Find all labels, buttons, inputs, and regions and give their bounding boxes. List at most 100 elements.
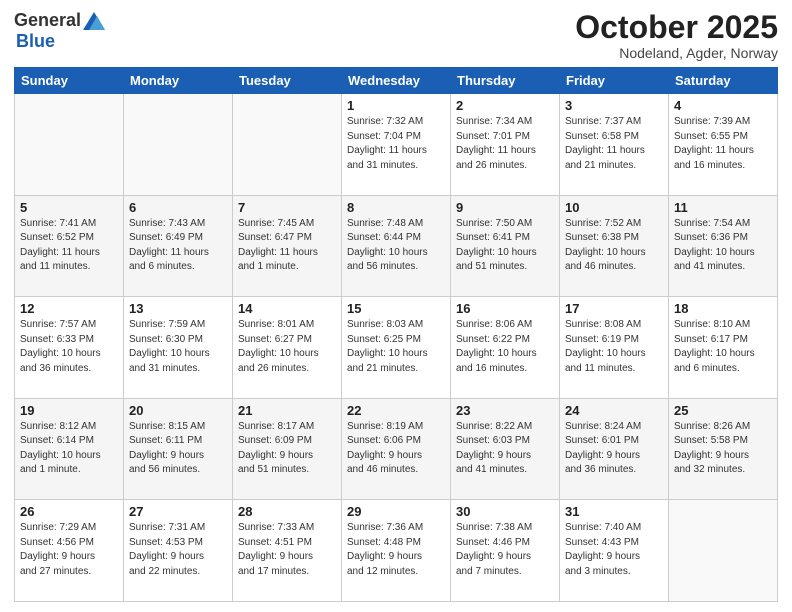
day-info: Sunrise: 7:43 AM Sunset: 6:49 PM Dayligh…: [129, 217, 227, 275]
calendar-week-row: 12 Sunrise: 7:57 AM Sunset: 6:33 PM Dayli…: [15, 297, 778, 399]
calendar-week-row: 1Sunrise: 7:32 AM Sunset: 7:04 PM Daylig…: [15, 94, 778, 196]
day-info: Sunrise: 8:22 AM Sunset: 6:03 PM Dayligh…: [456, 420, 554, 478]
header: General Blue October 2025 Nodeland, Agde…: [14, 10, 778, 61]
day-info: Sunrise: 7:37 AM Sunset: 6:58 PM Dayligh…: [565, 115, 663, 173]
calendar-cell: 26Sunrise: 7:29 AM Sunset: 4:56 PM Dayli…: [15, 500, 124, 602]
calendar-cell: 22 Sunrise: 8:19 AM Sunset: 6:06 PM Dayli…: [342, 398, 451, 500]
calendar-cell: 10 Sunrise: 7:52 AM Sunset: 6:38 PM Dayli…: [560, 195, 669, 297]
logo-icon: [83, 12, 105, 30]
day-info: Sunrise: 8:06 AM Sunset: 6:22 PM Dayligh…: [456, 318, 554, 376]
day-number: 20: [129, 403, 227, 418]
day-info: Sunrise: 7:33 AM Sunset: 4:51 PM Dayligh…: [238, 521, 336, 579]
day-number: 5: [20, 200, 118, 215]
calendar-cell: 30 Sunrise: 7:38 AM Sunset: 4:46 PM Dayli…: [451, 500, 560, 602]
calendar-cell: 3Sunrise: 7:37 AM Sunset: 6:58 PM Daylig…: [560, 94, 669, 196]
calendar-cell: 20 Sunrise: 8:15 AM Sunset: 6:11 PM Dayli…: [124, 398, 233, 500]
logo: General Blue: [14, 10, 107, 52]
day-number: 23: [456, 403, 554, 418]
day-number: 9: [456, 200, 554, 215]
day-info: Sunrise: 8:01 AM Sunset: 6:27 PM Dayligh…: [238, 318, 336, 376]
calendar-week-row: 26Sunrise: 7:29 AM Sunset: 4:56 PM Dayli…: [15, 500, 778, 602]
day-number: 18: [674, 301, 772, 316]
day-number: 7: [238, 200, 336, 215]
calendar-cell: 23 Sunrise: 8:22 AM Sunset: 6:03 PM Dayli…: [451, 398, 560, 500]
day-info: Sunrise: 8:26 AM Sunset: 5:58 PM Dayligh…: [674, 420, 772, 478]
day-number: 13: [129, 301, 227, 316]
calendar-header-row: SundayMondayTuesdayWednesdayThursdayFrid…: [15, 68, 778, 94]
title-block: October 2025 Nodeland, Agder, Norway: [575, 10, 778, 61]
day-info: Sunrise: 7:48 AM Sunset: 6:44 PM Dayligh…: [347, 217, 445, 275]
day-info: Sunrise: 8:12 AM Sunset: 6:14 PM Dayligh…: [20, 420, 118, 478]
calendar-cell: 18 Sunrise: 8:10 AM Sunset: 6:17 PM Dayli…: [669, 297, 778, 399]
calendar-cell: 8 Sunrise: 7:48 AM Sunset: 6:44 PM Daylig…: [342, 195, 451, 297]
day-info: Sunrise: 8:03 AM Sunset: 6:25 PM Dayligh…: [347, 318, 445, 376]
day-info: Sunrise: 7:52 AM Sunset: 6:38 PM Dayligh…: [565, 217, 663, 275]
calendar-cell: 31Sunrise: 7:40 AM Sunset: 4:43 PM Dayli…: [560, 500, 669, 602]
day-info: Sunrise: 7:39 AM Sunset: 6:55 PM Dayligh…: [674, 115, 772, 173]
logo-general: General: [14, 10, 81, 31]
day-info: Sunrise: 8:17 AM Sunset: 6:09 PM Dayligh…: [238, 420, 336, 478]
weekday-header: Thursday: [451, 68, 560, 94]
day-number: 24: [565, 403, 663, 418]
day-info: Sunrise: 8:15 AM Sunset: 6:11 PM Dayligh…: [129, 420, 227, 478]
month-title: October 2025: [575, 10, 778, 45]
calendar-cell: 16 Sunrise: 8:06 AM Sunset: 6:22 PM Dayli…: [451, 297, 560, 399]
calendar-cell: 12 Sunrise: 7:57 AM Sunset: 6:33 PM Dayli…: [15, 297, 124, 399]
day-info: Sunrise: 8:24 AM Sunset: 6:01 PM Dayligh…: [565, 420, 663, 478]
day-number: 17: [565, 301, 663, 316]
calendar-week-row: 5 Sunrise: 7:41 AM Sunset: 6:52 PM Daylig…: [15, 195, 778, 297]
day-info: Sunrise: 7:41 AM Sunset: 6:52 PM Dayligh…: [20, 217, 118, 275]
day-info: Sunrise: 7:50 AM Sunset: 6:41 PM Dayligh…: [456, 217, 554, 275]
day-number: 30: [456, 504, 554, 519]
day-info: Sunrise: 7:34 AM Sunset: 7:01 PM Dayligh…: [456, 115, 554, 173]
day-number: 1: [347, 98, 445, 113]
calendar-cell: [124, 94, 233, 196]
location: Nodeland, Agder, Norway: [575, 45, 778, 61]
logo-blue: Blue: [16, 31, 55, 52]
calendar-cell: 19 Sunrise: 8:12 AM Sunset: 6:14 PM Dayli…: [15, 398, 124, 500]
day-info: Sunrise: 7:54 AM Sunset: 6:36 PM Dayligh…: [674, 217, 772, 275]
calendar-cell: 17 Sunrise: 8:08 AM Sunset: 6:19 PM Dayli…: [560, 297, 669, 399]
calendar-cell: 13 Sunrise: 7:59 AM Sunset: 6:30 PM Dayli…: [124, 297, 233, 399]
calendar-cell: 14Sunrise: 8:01 AM Sunset: 6:27 PM Dayli…: [233, 297, 342, 399]
calendar-cell: 1Sunrise: 7:32 AM Sunset: 7:04 PM Daylig…: [342, 94, 451, 196]
weekday-header: Saturday: [669, 68, 778, 94]
weekday-header: Wednesday: [342, 68, 451, 94]
calendar-cell: 27 Sunrise: 7:31 AM Sunset: 4:53 PM Dayli…: [124, 500, 233, 602]
day-info: Sunrise: 7:29 AM Sunset: 4:56 PM Dayligh…: [20, 521, 118, 579]
day-info: Sunrise: 8:10 AM Sunset: 6:17 PM Dayligh…: [674, 318, 772, 376]
calendar-cell: 11Sunrise: 7:54 AM Sunset: 6:36 PM Dayli…: [669, 195, 778, 297]
calendar-cell: 7 Sunrise: 7:45 AM Sunset: 6:47 PM Daylig…: [233, 195, 342, 297]
day-number: 15: [347, 301, 445, 316]
day-number: 19: [20, 403, 118, 418]
day-number: 10: [565, 200, 663, 215]
day-number: 4: [674, 98, 772, 113]
day-info: Sunrise: 7:59 AM Sunset: 6:30 PM Dayligh…: [129, 318, 227, 376]
calendar-cell: 24 Sunrise: 8:24 AM Sunset: 6:01 PM Dayli…: [560, 398, 669, 500]
page: General Blue October 2025 Nodeland, Agde…: [0, 0, 792, 612]
calendar-cell: 9 Sunrise: 7:50 AM Sunset: 6:41 PM Daylig…: [451, 195, 560, 297]
calendar-cell: [233, 94, 342, 196]
calendar-cell: [15, 94, 124, 196]
day-info: Sunrise: 8:19 AM Sunset: 6:06 PM Dayligh…: [347, 420, 445, 478]
calendar-cell: 4 Sunrise: 7:39 AM Sunset: 6:55 PM Daylig…: [669, 94, 778, 196]
day-number: 16: [456, 301, 554, 316]
weekday-header: Sunday: [15, 68, 124, 94]
day-number: 22: [347, 403, 445, 418]
day-number: 27: [129, 504, 227, 519]
day-info: Sunrise: 8:08 AM Sunset: 6:19 PM Dayligh…: [565, 318, 663, 376]
day-info: Sunrise: 7:45 AM Sunset: 6:47 PM Dayligh…: [238, 217, 336, 275]
day-number: 8: [347, 200, 445, 215]
day-number: 31: [565, 504, 663, 519]
day-info: Sunrise: 7:31 AM Sunset: 4:53 PM Dayligh…: [129, 521, 227, 579]
day-info: Sunrise: 7:38 AM Sunset: 4:46 PM Dayligh…: [456, 521, 554, 579]
calendar-cell: 6Sunrise: 7:43 AM Sunset: 6:49 PM Daylig…: [124, 195, 233, 297]
calendar-cell: 21Sunrise: 8:17 AM Sunset: 6:09 PM Dayli…: [233, 398, 342, 500]
calendar-cell: 29Sunrise: 7:36 AM Sunset: 4:48 PM Dayli…: [342, 500, 451, 602]
weekday-header: Friday: [560, 68, 669, 94]
calendar-cell: 28Sunrise: 7:33 AM Sunset: 4:51 PM Dayli…: [233, 500, 342, 602]
day-number: 12: [20, 301, 118, 316]
day-info: Sunrise: 7:57 AM Sunset: 6:33 PM Dayligh…: [20, 318, 118, 376]
day-number: 25: [674, 403, 772, 418]
calendar-cell: 25 Sunrise: 8:26 AM Sunset: 5:58 PM Dayli…: [669, 398, 778, 500]
